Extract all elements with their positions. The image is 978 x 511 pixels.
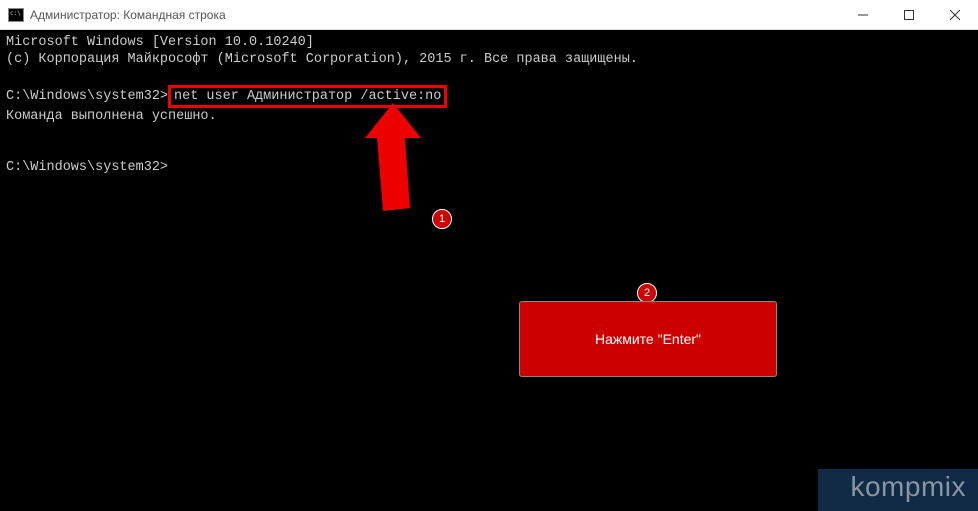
annotation-badge-2: 2 (637, 283, 657, 303)
command-highlight: net user Администратор /active:no (168, 85, 447, 108)
maximize-button[interactable] (886, 0, 932, 29)
version-line: Microsoft Windows [Version 10.0.10240] (6, 35, 314, 50)
window-controls (840, 0, 978, 29)
callout-enter: Нажмите "Enter" (519, 301, 777, 377)
watermark: kompmix (850, 471, 966, 503)
prompt-1: C:\Windows\system32> (6, 89, 168, 104)
result-line: Команда выполнена успешно. (6, 109, 217, 124)
terminal-output[interactable]: Microsoft Windows [Version 10.0.10240] (… (0, 30, 978, 180)
window-title: Администратор: Командная строка (30, 8, 226, 22)
cmd-icon (8, 8, 24, 22)
callout-text: Нажмите "Enter" (595, 331, 701, 347)
prompt-2: C:\Windows\system32> (6, 160, 168, 175)
annotation-badge-1: 1 (432, 209, 452, 229)
minimize-button[interactable] (840, 0, 886, 29)
copyright-line: (c) Корпорация Майкрософт (Microsoft Cor… (6, 52, 638, 67)
titlebar: Администратор: Командная строка (0, 0, 978, 30)
close-button[interactable] (932, 0, 978, 29)
